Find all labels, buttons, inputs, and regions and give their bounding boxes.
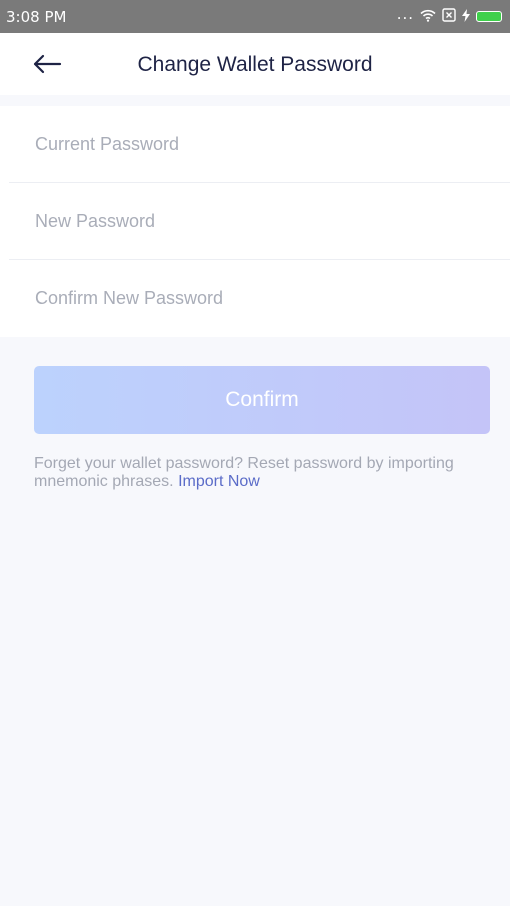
bolt-icon: [462, 8, 470, 26]
current-password-input[interactable]: [9, 132, 510, 156]
status-time: 3:08 PM: [6, 7, 67, 26]
confirm-password-row: [9, 260, 510, 337]
screen: 3:08 PM ... Change Wallet Password Confi…: [0, 0, 510, 906]
confirm-password-input[interactable]: [9, 287, 510, 310]
wifi-icon: [420, 8, 436, 26]
import-now-link[interactable]: Import Now: [178, 473, 260, 490]
battery-icon: [476, 11, 502, 22]
forgot-password-hint: Forget your wallet password? Reset passw…: [34, 455, 494, 491]
status-bar: 3:08 PM ...: [0, 0, 510, 33]
current-password-row: [9, 106, 510, 183]
confirm-button[interactable]: Confirm: [34, 366, 490, 434]
page-title: Change Wallet Password: [137, 53, 373, 76]
password-form: [0, 106, 510, 337]
status-icons: ...: [396, 4, 502, 26]
sim-x-icon: [442, 7, 456, 26]
new-password-input[interactable]: [9, 209, 510, 233]
more-dots-icon: ...: [396, 4, 414, 23]
app-header: Change Wallet Password: [0, 33, 510, 95]
header-divider: [0, 95, 510, 106]
new-password-row: [9, 183, 510, 260]
